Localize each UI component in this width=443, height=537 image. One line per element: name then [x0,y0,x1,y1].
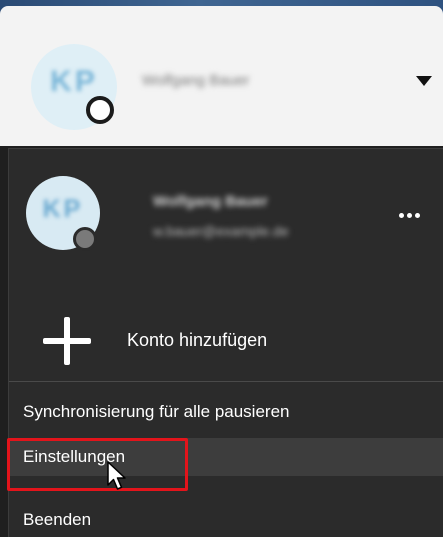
caret-down-icon[interactable] [416,76,432,86]
add-account-button[interactable]: Konto hinzufügen [9,309,443,369]
account-avatar-initials: KP [42,195,84,223]
quit-menu-item[interactable]: Beenden [9,501,443,537]
plus-icon [43,317,91,365]
more-dots-icon [398,212,404,218]
mouse-cursor-icon [107,461,126,490]
header-account-name: Wolfgang Bauer [142,72,250,89]
menu-divider [9,381,443,382]
account-email: w.bauer@example.de [153,223,289,239]
account-switcher-header[interactable]: KP Wolfgang Bauer [0,6,443,146]
more-options-button[interactable] [389,203,429,227]
account-name: Wolfgang Bauer [153,193,268,210]
sync-status-icon [86,96,114,124]
more-dots-icon [414,212,420,218]
more-dots-icon [406,212,412,218]
pause-sync-menu-item[interactable]: Synchronisierung für alle pausieren [9,393,443,431]
account-sync-badge-icon [73,227,97,251]
settings-highlight-annotation [7,438,188,491]
header-avatar-initials: KP [50,65,98,98]
add-account-label: Konto hinzufügen [127,330,268,350]
